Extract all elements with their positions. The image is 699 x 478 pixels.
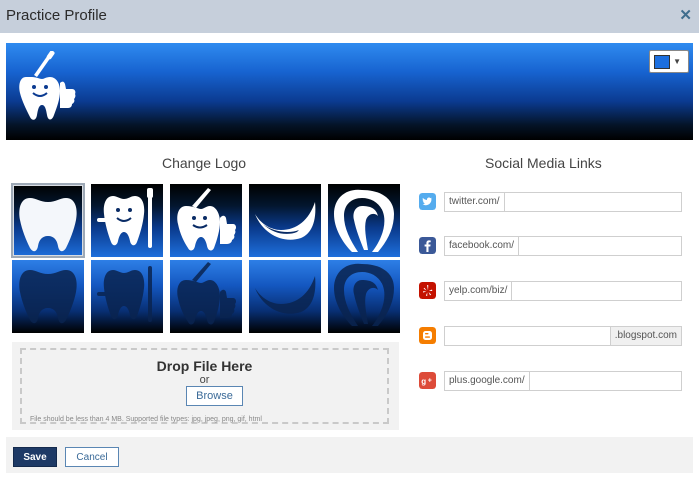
smiling-tooth-toothbrush-icon	[97, 266, 152, 322]
caret-down-icon: ▼	[673, 57, 681, 66]
google-plus-icon: g +	[419, 372, 436, 389]
drop-or-text: or	[199, 374, 210, 386]
logo-option-smile-curve-dark[interactable]	[249, 260, 321, 333]
tooth-thumbs-up-icon	[19, 51, 76, 120]
social-link-facebook: facebook.com/	[419, 236, 684, 256]
facebook-field[interactable]: facebook.com/	[444, 236, 682, 256]
tooth-thumbs-up-icon	[177, 262, 237, 325]
dialog-footer: Save Cancel	[6, 437, 693, 473]
profile-banner: ▼	[6, 43, 693, 140]
file-requirements-note: File should be less than 4 MB. Supported…	[30, 416, 262, 423]
facebook-prefix: facebook.com/	[445, 237, 520, 255]
close-icon[interactable]: ✕	[679, 6, 692, 24]
browse-button[interactable]: Browse	[186, 386, 243, 406]
file-dropzone[interactable]: Drop File Here or Browse File should be …	[12, 342, 399, 430]
facebook-icon	[419, 237, 436, 254]
social-media-heading: Social Media Links	[485, 155, 602, 171]
yelp-field[interactable]: yelp.com/biz/	[444, 281, 682, 301]
smile-curve-icon	[255, 276, 316, 314]
logo-option-stylized-tooth[interactable]	[328, 184, 400, 257]
social-link-google-plus: g + plus.google.com/	[419, 371, 684, 391]
logo-option-smile-curve[interactable]	[249, 184, 321, 257]
tooth-thumbs-up-icon	[177, 188, 237, 251]
social-link-blogger: .blogspot.com	[419, 326, 684, 346]
svg-text:g: g	[421, 377, 426, 386]
google-plus-prefix: plus.google.com/	[445, 372, 530, 390]
logo-option-tooth-thumbs-up[interactable]	[170, 184, 242, 257]
banner-color-picker[interactable]: ▼	[649, 50, 689, 73]
stylized-tooth-icon	[334, 189, 394, 252]
smiling-tooth-toothbrush-icon	[97, 188, 153, 248]
logo-option-smiling-tooth-dark[interactable]	[91, 260, 163, 333]
blogger-suffix: .blogspot.com	[609, 327, 681, 345]
svg-text:+: +	[428, 378, 432, 385]
tooth-icon	[19, 270, 77, 324]
twitter-icon	[419, 193, 436, 210]
logo-option-tooth[interactable]	[11, 183, 85, 258]
social-link-twitter: twitter.com/	[419, 192, 684, 212]
yelp-icon	[419, 282, 436, 299]
yelp-prefix: yelp.com/biz/	[445, 282, 513, 300]
dropzone-border: Drop File Here or Browse File should be …	[20, 348, 389, 424]
logo-option-tooth-thumbs-up-dark[interactable]	[170, 260, 242, 333]
stylized-tooth-icon	[334, 263, 394, 326]
tooth-icon	[19, 198, 77, 252]
change-logo-heading: Change Logo	[162, 155, 247, 171]
twitter-prefix: twitter.com/	[445, 193, 505, 211]
dialog-title: Practice Profile	[6, 7, 107, 24]
smile-curve-icon	[255, 202, 316, 240]
cancel-button[interactable]: Cancel	[65, 447, 119, 467]
save-button[interactable]: Save	[13, 447, 57, 467]
color-swatch	[654, 55, 670, 69]
google-plus-field[interactable]: plus.google.com/	[444, 371, 682, 391]
twitter-field[interactable]: twitter.com/	[444, 192, 682, 212]
logo-option-smiling-tooth[interactable]	[91, 184, 163, 257]
dialog-titlebar: Practice Profile ✕	[0, 0, 699, 33]
logo-option-tooth-dark[interactable]	[12, 260, 84, 333]
blogger-icon	[419, 327, 436, 344]
practice-profile-dialog: Practice Profile ✕ ▼ Change Logo Social …	[0, 0, 699, 478]
drop-file-title: Drop File Here	[156, 358, 253, 374]
logo-option-stylized-tooth-dark[interactable]	[328, 260, 400, 333]
blogger-field[interactable]: .blogspot.com	[444, 326, 682, 346]
social-link-yelp: yelp.com/biz/	[419, 281, 684, 301]
